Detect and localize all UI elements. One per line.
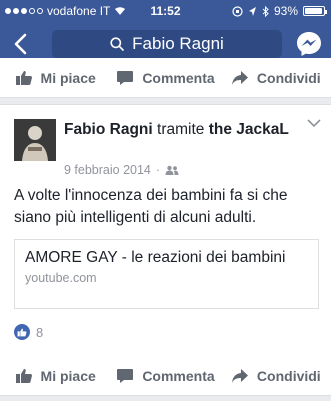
comment-button[interactable]: Commenta [110, 368, 220, 384]
share-button[interactable]: Condividi [221, 70, 331, 86]
via-word: tramite [157, 121, 205, 138]
reactions-summary[interactable]: 8 [14, 324, 43, 340]
search-query: Fabio Ragni [132, 34, 224, 53]
link-title: AMORE GAY - le reazioni dei bambini [25, 249, 286, 266]
share-label: Condividi [256, 367, 321, 384]
status-right: 93% [232, 4, 327, 18]
comment-label: Commenta [142, 367, 215, 384]
friends-audience-icon [165, 165, 179, 175]
like-count: 8 [36, 324, 44, 340]
link-preview[interactable]: AMORE GAY - le reazioni dei bambini yout… [14, 239, 319, 309]
battery-icon [303, 6, 327, 16]
battery-percent: 93% [273, 4, 298, 18]
share-button[interactable]: Condividi [221, 368, 331, 384]
like-reaction-icon [14, 324, 30, 340]
comment-icon [117, 368, 134, 383]
share-arrow-icon [231, 368, 248, 383]
post-card: Fabio Ragni tramite the JackaL 9 febbrai… [0, 104, 331, 356]
bluetooth-icon [262, 5, 269, 17]
chevron-down-icon[interactable] [307, 119, 321, 128]
link-domain: youtube.com [25, 271, 97, 285]
orientation-lock-icon [232, 5, 243, 17]
profile-photo [14, 119, 56, 161]
post-date[interactable]: 9 febbraio 2014 [64, 163, 151, 177]
action-bar-bottom: Mi piace Commenta Condividi [0, 356, 331, 396]
like-label: Mi piace [40, 69, 96, 86]
comment-button[interactable]: Commenta [110, 70, 220, 86]
like-button[interactable]: Mi piace [0, 368, 110, 384]
share-label: Condividi [256, 69, 321, 86]
comment-icon [117, 70, 134, 85]
messenger-icon[interactable] [295, 30, 323, 58]
author-name[interactable]: Fabio Ragni [64, 121, 153, 138]
avatar[interactable] [14, 119, 56, 161]
status-bar: vodafone IT 11:52 93% [0, 0, 331, 22]
comment-label: Commenta [142, 69, 215, 86]
location-icon [248, 6, 256, 16]
search-input[interactable]: Fabio Ragni [52, 30, 282, 58]
meta-separator: · [155, 163, 161, 177]
action-bar-top: Mi piace Commenta Condividi [0, 58, 331, 98]
like-label: Mi piace [40, 367, 96, 384]
share-arrow-icon [231, 70, 248, 85]
post-text: A volte l'innocenza dei bambini fa si ch… [14, 187, 288, 226]
battery-fill [305, 8, 322, 14]
post-author-line: Fabio Ragni tramite the JackaL [64, 120, 294, 140]
via-page[interactable]: the JackaL [209, 121, 289, 138]
thumbs-up-icon [15, 368, 32, 383]
like-button[interactable]: Mi piace [0, 70, 110, 86]
back-arrow-icon[interactable] [10, 30, 34, 58]
thumbs-up-icon [15, 70, 32, 85]
post-meta: 9 febbraio 2014 · [64, 163, 179, 177]
search-icon [110, 37, 124, 51]
